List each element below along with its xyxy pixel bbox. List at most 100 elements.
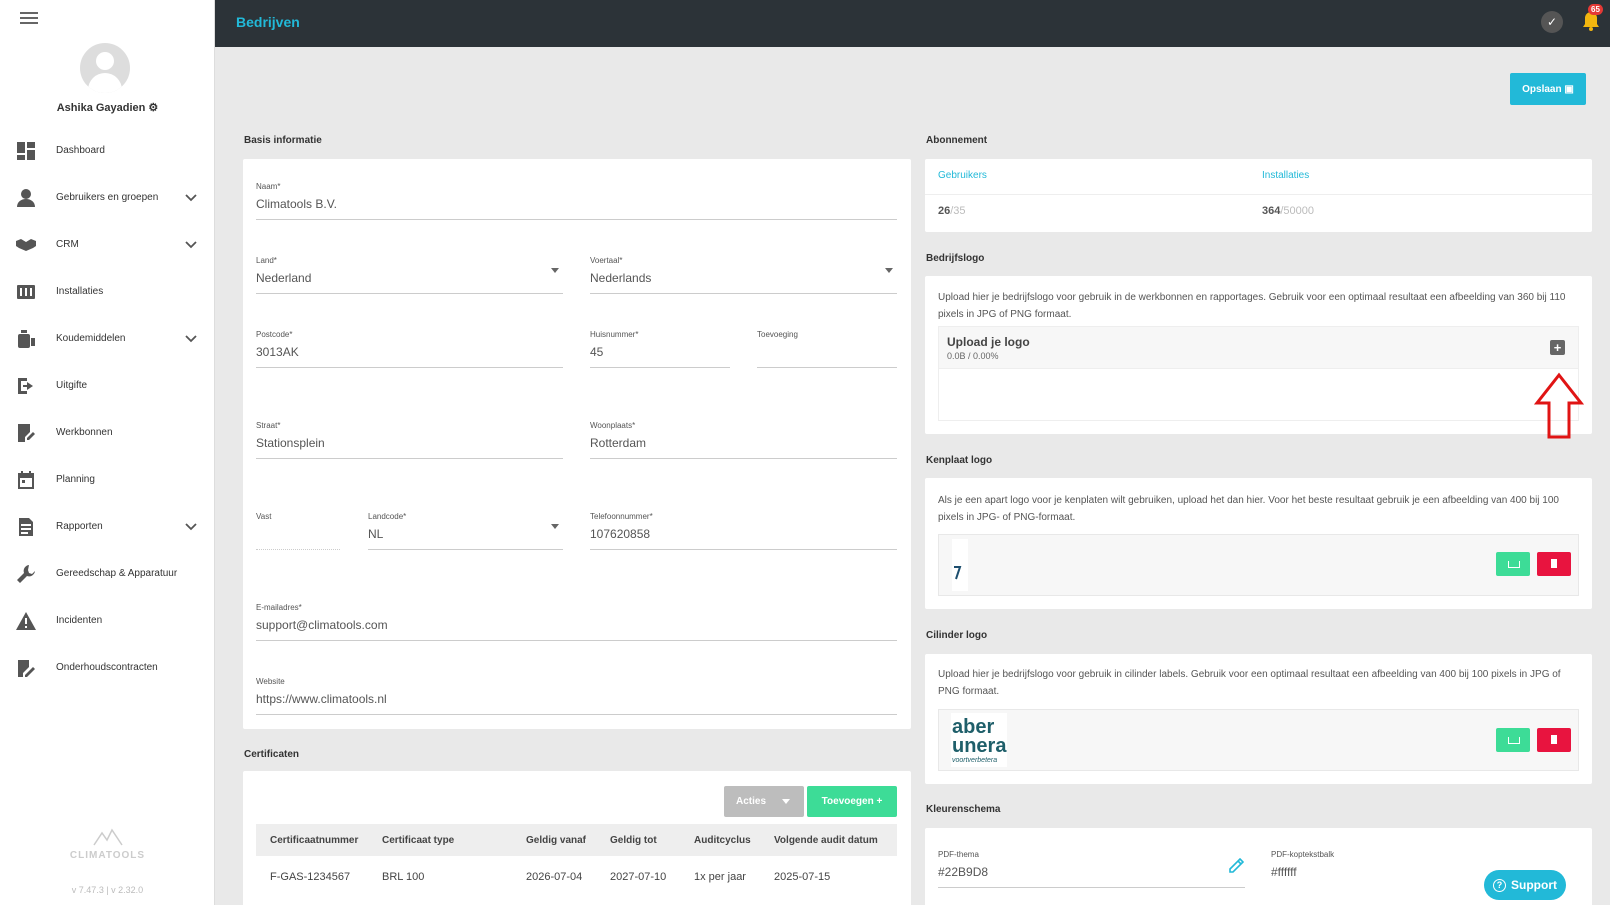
support-button[interactable]: ? Support (1484, 870, 1566, 900)
sidebar-item-gereedschap[interactable]: Gereedschap & Apparatuur (0, 550, 215, 597)
huisnummer-value: 45 (590, 345, 604, 359)
kenplaat-description: Als je een apart logo voor je kenplaten … (938, 495, 1559, 523)
upload-progress: 0.0B / 0.00% (947, 351, 999, 361)
delete-button[interactable] (1537, 728, 1571, 752)
telefoon-field[interactable]: Telefoonnummer* 107620858 (590, 510, 897, 550)
color-picker-icon[interactable] (1228, 858, 1244, 874)
chevron-down-icon[interactable] (185, 238, 197, 253)
column-header[interactable]: Volgende audit datum (774, 835, 878, 846)
pdf-thema-field[interactable]: PDF-thema #22B9D8 (938, 848, 1245, 888)
sidebar-item-label: CRM (56, 239, 79, 250)
toevoeging-label: Toevoeging (757, 330, 798, 339)
sidebar-item-werkbonnen[interactable]: Werkbonnen (0, 409, 215, 456)
support-label: Support (1511, 878, 1557, 892)
column-header[interactable]: Certificaatnummer (270, 835, 358, 846)
website-field[interactable]: Website https://www.climatools.nl (256, 675, 897, 715)
gebruikers-usage: 26/35 (938, 205, 966, 217)
column-header[interactable]: Auditcyclus (694, 835, 751, 846)
user-icon (16, 188, 36, 208)
arrow-up-icon (1534, 372, 1584, 439)
menu-icon[interactable] (20, 12, 38, 26)
woonplaats-field[interactable]: Woonplaats* Rotterdam (590, 419, 897, 459)
delete-button[interactable] (1537, 552, 1571, 576)
chevron-down-icon[interactable] (185, 520, 197, 535)
woonplaats-label: Woonplaats* (590, 421, 636, 430)
sidebar-item-dashboard[interactable]: Dashboard (0, 127, 215, 174)
acties-button[interactable]: Acties (724, 786, 804, 817)
pdf-thema-value: #22B9D8 (938, 865, 989, 879)
warning-icon (16, 611, 36, 631)
chevron-down-icon[interactable] (185, 191, 197, 206)
sidebar-item-incidenten[interactable]: Incidenten (0, 597, 215, 644)
save-button[interactable]: Opslaan ▣ (1510, 73, 1586, 105)
sidebar-item-planning[interactable]: Planning (0, 456, 215, 503)
naam-field[interactable]: Naam* Climatools B.V. (256, 180, 897, 220)
toevoeging-field[interactable]: Toevoeging (757, 328, 897, 368)
toevoegen-button[interactable]: Toevoegen + (807, 786, 897, 817)
calendar-icon (16, 470, 36, 490)
chevron-down-icon[interactable] (185, 332, 197, 347)
brand-name: CLIMATOOLS (69, 850, 146, 861)
installation-icon (16, 282, 36, 302)
column-header[interactable]: Geldig tot (610, 835, 657, 846)
gear-icon[interactable]: ⚙ (148, 102, 158, 114)
sidebar-item-crm[interactable]: CRM (0, 221, 215, 268)
bedrijfslogo-description: Upload hier je bedrijfslogo voor gebruik… (938, 292, 1566, 320)
sidebar-item-label: Gereedschap & Apparatuur (56, 568, 178, 579)
landcode-select[interactable]: Landcode* NL (368, 510, 563, 550)
notification-badge: 65 (1588, 4, 1603, 15)
climatools-logo-icon (93, 828, 123, 846)
straat-field[interactable]: Straat* Stationsplein (256, 419, 563, 459)
website-label: Website (256, 677, 285, 686)
land-select[interactable]: Land* Nederland (256, 254, 563, 294)
table-cell: 2027-07-10 (610, 871, 667, 883)
cilinder-description: Upload hier je bedrijfslogo voor gebruik… (938, 669, 1561, 697)
huisnummer-label: Huisnummer* (590, 330, 639, 339)
postcode-field[interactable]: Postcode* 3013AK (256, 328, 563, 368)
cylinder-icon (16, 329, 36, 349)
gebruikers-used: 26 (938, 205, 951, 217)
kenplaat-logo-box (938, 534, 1579, 596)
pdf-kop-value: #ffffff (1271, 865, 1297, 879)
table-cell: BRL 100 (382, 871, 425, 883)
sidebar-item-koudemiddelen[interactable]: Koudemiddelen (0, 315, 215, 362)
sidebar-item-gebruikers[interactable]: Gebruikers en groepen (0, 174, 215, 221)
sidebar-item-onderhoudscontracten[interactable]: Onderhoudscontracten (0, 644, 215, 691)
sidebar-item-uitgifte[interactable]: Uitgifte (0, 362, 215, 409)
gebruikers-heading: Gebruikers (938, 170, 987, 181)
pdf-kop-label: PDF-koptekstbalk (1271, 850, 1335, 859)
download-button[interactable] (1496, 728, 1530, 752)
telefoon-label: Telefoonnummer* (590, 512, 653, 521)
section-title-basis: Basis informatie (244, 135, 322, 146)
sidebar-item-installaties[interactable]: Installaties (0, 268, 215, 315)
caret-down-icon (885, 268, 893, 273)
section-title-bedrijfslogo: Bedrijfslogo (926, 253, 985, 264)
email-label: E-mailadres* (256, 603, 302, 612)
sidebar-item-label: Dashboard (56, 145, 105, 156)
sidebar-item-label: Werkbonnen (56, 427, 113, 438)
save-label: Opslaan (1522, 83, 1562, 95)
email-field[interactable]: E-mailadres* support@climatools.com (256, 601, 897, 641)
sidebar-item-rapporten[interactable]: Rapporten (0, 503, 215, 550)
download-button[interactable] (1496, 552, 1530, 576)
avatar[interactable] (80, 43, 130, 93)
sidebar-nav: Dashboard Gebruikers en groepen CRM Inst… (0, 127, 215, 691)
plus-icon[interactable]: + (1550, 340, 1565, 355)
contract-edit-icon (16, 658, 36, 678)
voertaal-select[interactable]: Voertaal* Nederlands (590, 254, 897, 294)
user-name: Ashika Gayadien (56, 102, 146, 114)
check-icon[interactable]: ✓ (1541, 11, 1563, 33)
vast-field[interactable]: Vast (256, 510, 340, 550)
caret-down-icon (551, 268, 559, 273)
logo-text: voortverbetera (952, 757, 998, 764)
column-header[interactable]: Geldig vanaf (526, 835, 586, 846)
table-cell: 2025-07-15 (774, 871, 831, 883)
postcode-value: 3013AK (256, 345, 299, 359)
huisnummer-field[interactable]: Huisnummer* 45 (590, 328, 730, 368)
installaties-used: 364 (1262, 205, 1281, 217)
gebruikers-total: /35 (950, 205, 966, 217)
sign-out-icon (16, 376, 36, 396)
landcode-label: Landcode* (368, 512, 407, 521)
user-name-row[interactable]: Ashika Gayadien ⚙ (0, 101, 215, 114)
column-header[interactable]: Certificaat type (382, 835, 454, 846)
